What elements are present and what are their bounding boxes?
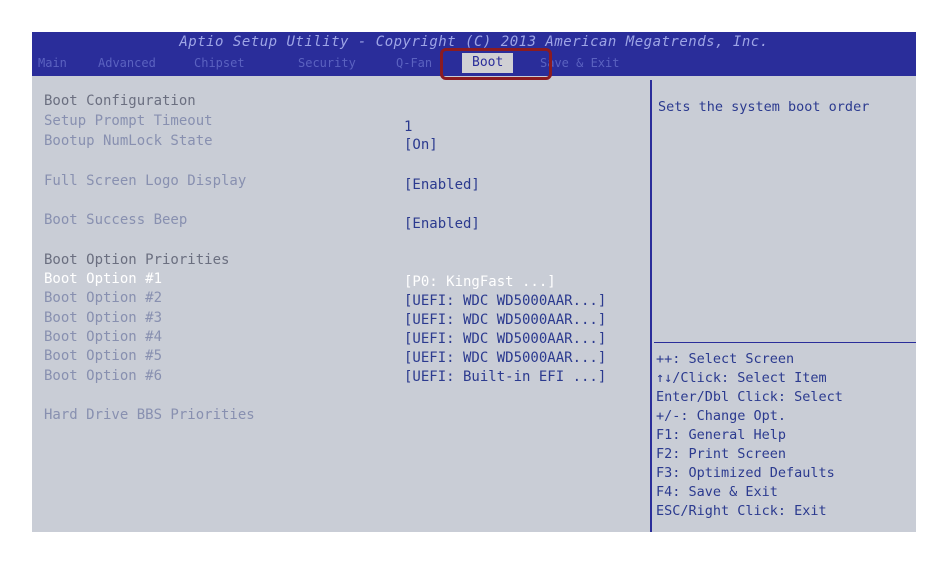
tab-chipset[interactable]: Chipset	[194, 54, 245, 72]
nav-hint-enter-select: Enter/Dbl Click: Select	[656, 389, 843, 405]
tab-security[interactable]: Security	[298, 54, 356, 72]
setup-prompt-timeout-value[interactable]: 1	[404, 118, 412, 136]
section-boot-configuration: Boot Configuration	[44, 93, 196, 109]
tab-q-fan[interactable]: Q-Fan	[396, 54, 432, 72]
boot-option-4-value[interactable]: [UEFI: WDC WD5000AAR...]	[404, 330, 606, 348]
nav-hint-save-exit: F4: Save & Exit	[656, 484, 778, 500]
boot-option-5-value[interactable]: [UEFI: WDC WD5000AAR...]	[404, 349, 606, 367]
full-screen-logo-value[interactable]: [Enabled]	[404, 176, 480, 194]
main-panel: Boot Configuration Setup Prompt Timeout …	[32, 80, 652, 532]
nav-hint-exit: ESC/Right Click: Exit	[656, 503, 827, 519]
help-divider	[654, 342, 916, 343]
boot-option-1-label[interactable]: Boot Option #1	[44, 270, 162, 288]
boot-tab-highlight-frame	[440, 48, 552, 80]
tab-advanced[interactable]: Advanced	[98, 54, 156, 72]
nav-hint-general-help: F1: General Help	[656, 427, 787, 443]
bios-screen: Aptio Setup Utility - Copyright (C) 2013…	[32, 32, 916, 532]
boot-success-beep-label[interactable]: Boot Success Beep	[44, 211, 187, 229]
boot-option-2-label[interactable]: Boot Option #2	[44, 289, 162, 307]
hard-drive-bbs-priorities[interactable]: Hard Drive BBS Priorities	[44, 406, 255, 424]
panel-divider	[650, 80, 652, 532]
boot-success-beep-value[interactable]: [Enabled]	[404, 215, 480, 233]
boot-option-3-value[interactable]: [UEFI: WDC WD5000AAR...]	[404, 311, 606, 329]
nav-hint-optimized-defaults: F3: Optimized Defaults	[656, 465, 835, 481]
tab-main[interactable]: Main	[38, 54, 67, 72]
boot-option-1-value[interactable]: [P0: KingFast ...]	[404, 273, 556, 291]
section-boot-option-priorities: Boot Option Priorities	[44, 252, 230, 268]
boot-option-6-label[interactable]: Boot Option #6	[44, 367, 162, 385]
nav-hint-select-item: ↑↓/Click: Select Item	[656, 370, 827, 386]
setup-prompt-timeout-label[interactable]: Setup Prompt Timeout	[44, 112, 213, 130]
nav-hint-select-screen: ++: Select Screen	[656, 351, 795, 367]
bootup-numlock-value[interactable]: [On]	[404, 136, 438, 154]
nav-hint-change-opt: +/-: Change Opt.	[656, 408, 787, 424]
boot-option-6-value[interactable]: [UEFI: Built-in EFI ...]	[404, 368, 606, 386]
boot-option-4-label[interactable]: Boot Option #4	[44, 328, 162, 346]
help-panel: Sets the system boot order ++: Select Sc…	[654, 80, 916, 532]
nav-hint-print-screen: F2: Print Screen	[656, 446, 787, 462]
boot-option-3-label[interactable]: Boot Option #3	[44, 309, 162, 327]
boot-option-5-label[interactable]: Boot Option #5	[44, 347, 162, 365]
help-description: Sets the system boot order	[658, 99, 870, 115]
boot-option-2-value[interactable]: [UEFI: WDC WD5000AAR...]	[404, 292, 606, 310]
bootup-numlock-label[interactable]: Bootup NumLock State	[44, 132, 213, 150]
full-screen-logo-label[interactable]: Full Screen Logo Display	[44, 172, 246, 190]
